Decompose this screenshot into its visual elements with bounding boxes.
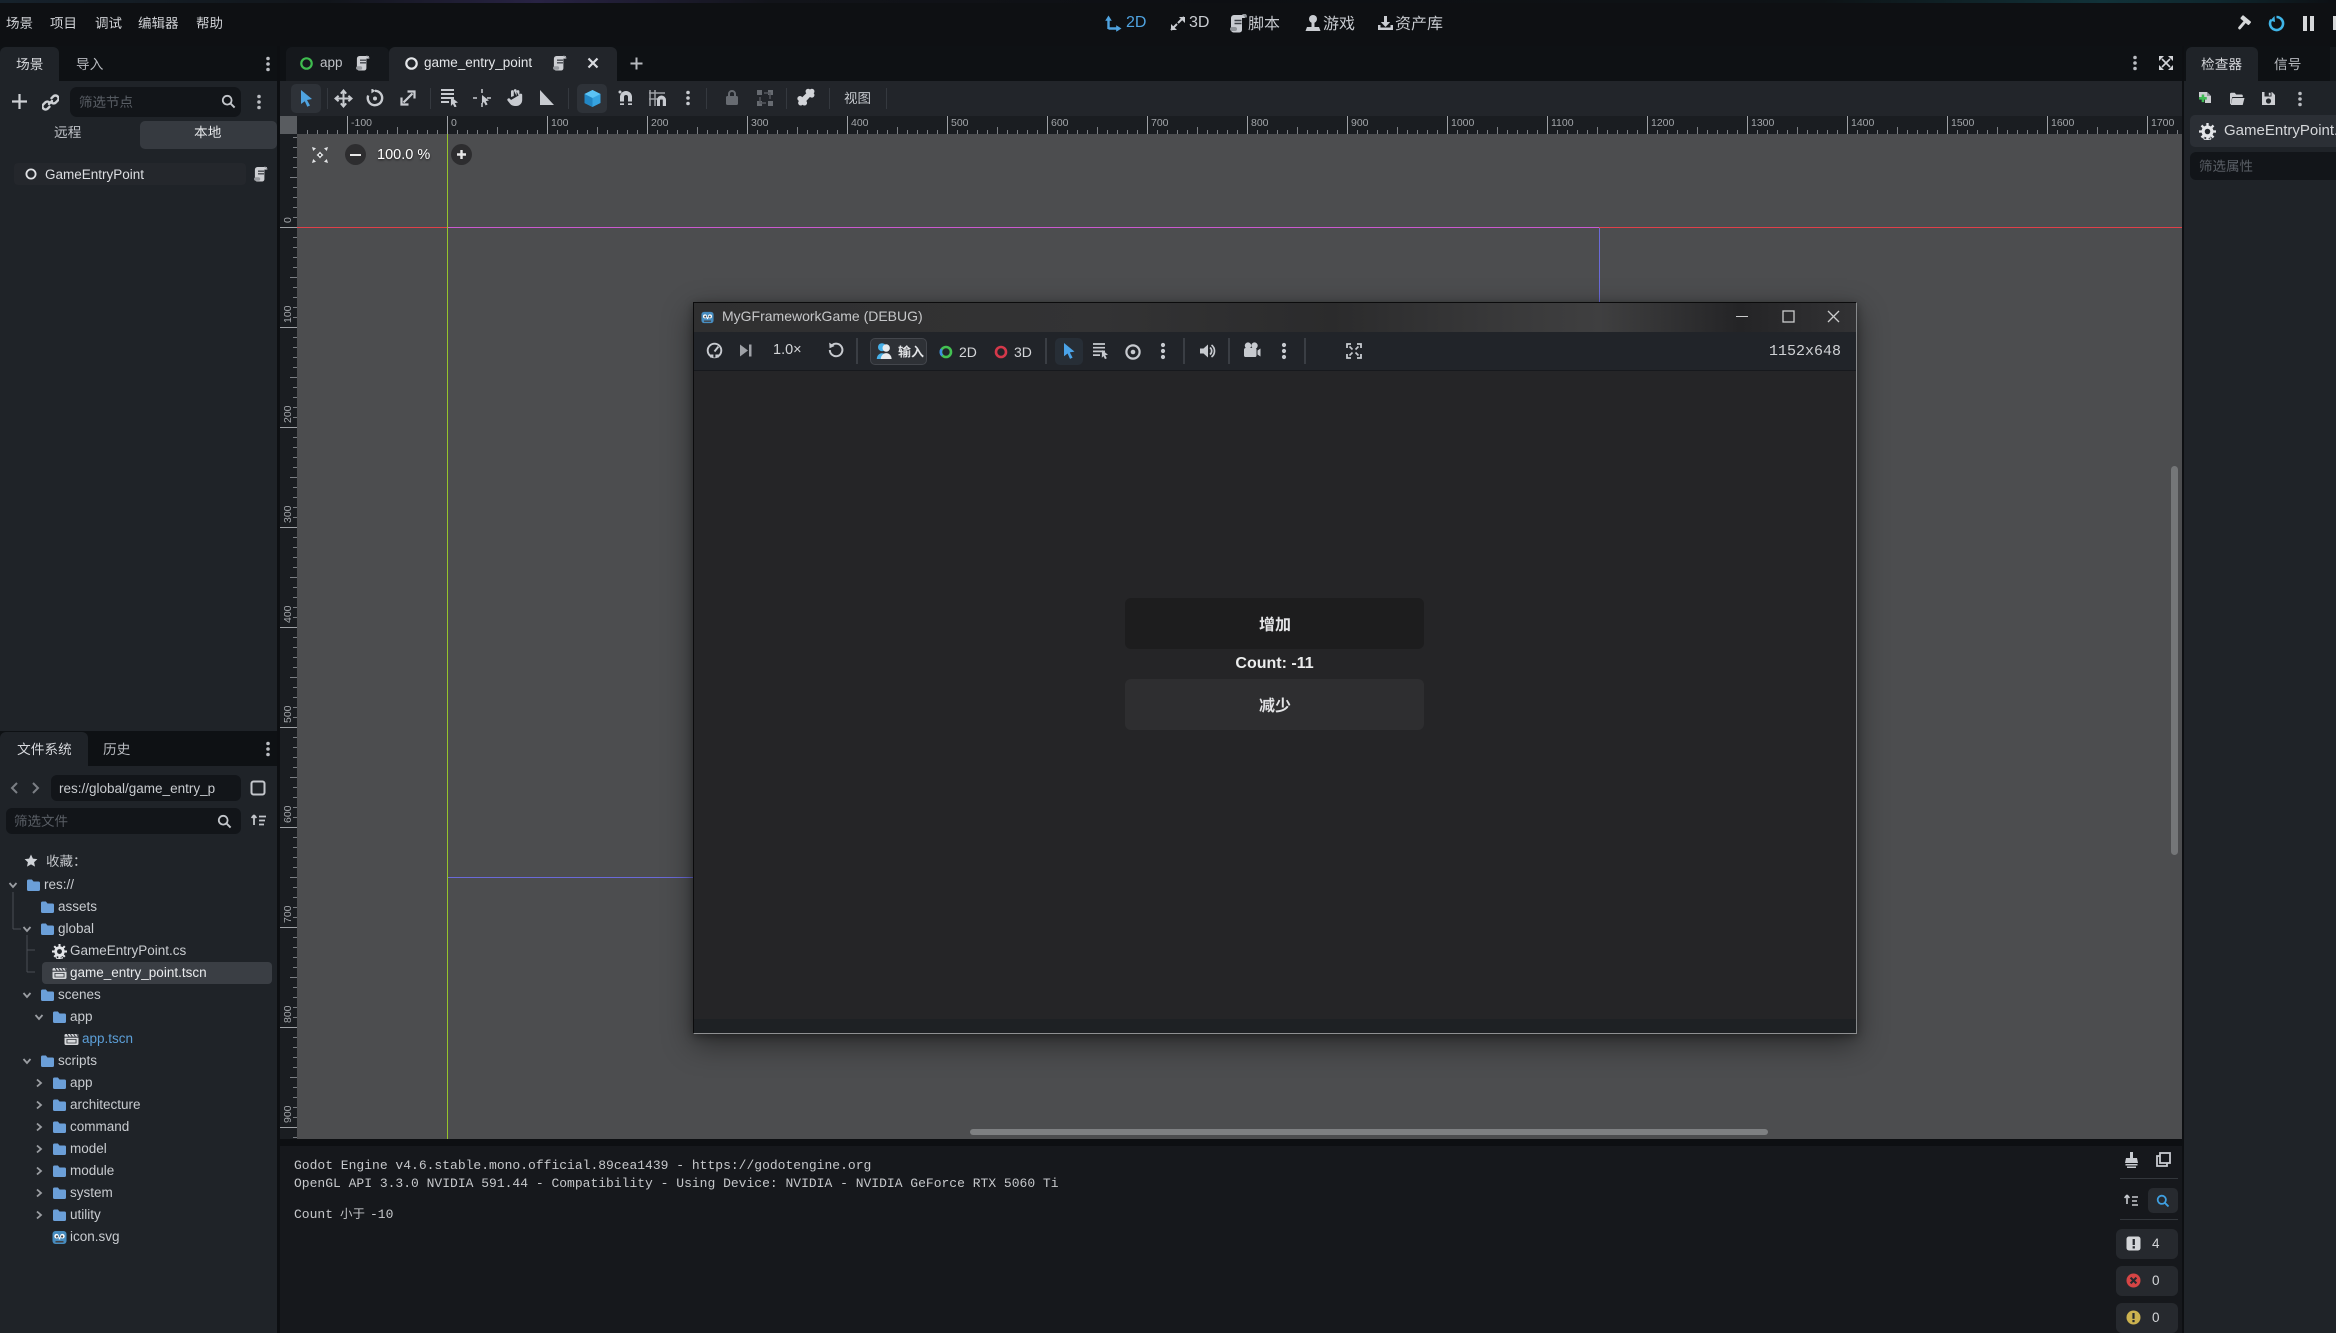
svg-text:cs: cs: [2203, 133, 2212, 140]
